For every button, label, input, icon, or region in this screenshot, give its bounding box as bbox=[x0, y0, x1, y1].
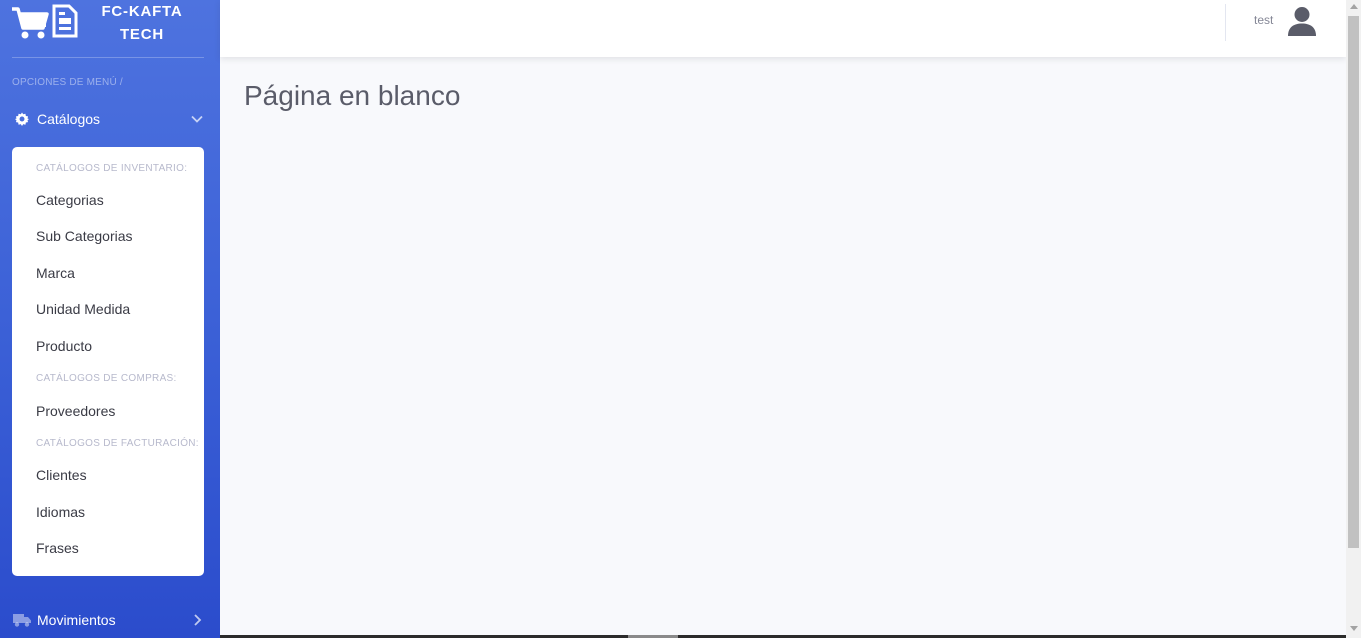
chevron-right-icon bbox=[194, 614, 202, 626]
catalogos-submenu: CATÁLOGOS DE INVENTARIO: Categorias Sub … bbox=[12, 147, 204, 576]
scrollbar-thumb[interactable] bbox=[1348, 16, 1359, 548]
document-icon bbox=[52, 4, 78, 38]
sidebar-item-label: Catálogos bbox=[37, 111, 101, 127]
page-title: Página en blanco bbox=[244, 80, 461, 111]
sidebar-item-movimientos[interactable]: Movimientos bbox=[0, 605, 220, 635]
submenu-item-marca[interactable]: Marca bbox=[36, 265, 75, 281]
brand[interactable]: FC-KAFTA TECH bbox=[0, 0, 220, 58]
sidebar-divider bbox=[12, 57, 204, 58]
submenu-item-sub-categorias[interactable]: Sub Categorias bbox=[36, 228, 133, 244]
submenu-heading-facturacion: CATÁLOGOS DE FACTURACIÓN: bbox=[36, 438, 199, 449]
topbar-divider bbox=[1225, 4, 1226, 41]
submenu-item-proveedores[interactable]: Proveedores bbox=[36, 403, 115, 419]
scroll-up-arrow[interactable] bbox=[1350, 4, 1358, 9]
submenu-item-producto[interactable]: Producto bbox=[36, 338, 92, 354]
sidebar-item-catalogos[interactable]: Catálogos bbox=[0, 104, 220, 134]
vertical-scrollbar[interactable] bbox=[1346, 0, 1361, 638]
submenu-item-clientes[interactable]: Clientes bbox=[36, 467, 87, 483]
scroll-down-arrow[interactable] bbox=[1350, 626, 1358, 631]
cart-icon bbox=[12, 7, 49, 39]
submenu-heading-inventario: CATÁLOGOS DE INVENTARIO: bbox=[36, 163, 188, 174]
submenu-item-unidad-medida[interactable]: Unidad Medida bbox=[36, 301, 130, 317]
submenu-heading-compras: CATÁLOGOS DE COMPRAS: bbox=[36, 373, 177, 384]
sidebar: FC-KAFTA TECH OPCIONES DE MENÚ / Catálog… bbox=[0, 0, 220, 638]
user-icon[interactable] bbox=[1288, 6, 1316, 36]
submenu-item-categorias[interactable]: Categorias bbox=[36, 192, 104, 208]
sidebar-item-label: Movimientos bbox=[37, 612, 116, 628]
brand-name: FC-KAFTA TECH bbox=[101, 3, 183, 43]
gear-icon bbox=[12, 111, 32, 127]
user-name[interactable]: test bbox=[1254, 13, 1273, 27]
sidebar-heading: OPCIONES DE MENÚ / bbox=[12, 77, 123, 88]
submenu-item-frases[interactable]: Frases bbox=[36, 540, 79, 556]
topbar: test bbox=[220, 0, 1346, 57]
submenu-item-idiomas[interactable]: Idiomas bbox=[36, 504, 85, 520]
truck-icon bbox=[12, 612, 32, 628]
chevron-down-icon bbox=[191, 115, 203, 123]
